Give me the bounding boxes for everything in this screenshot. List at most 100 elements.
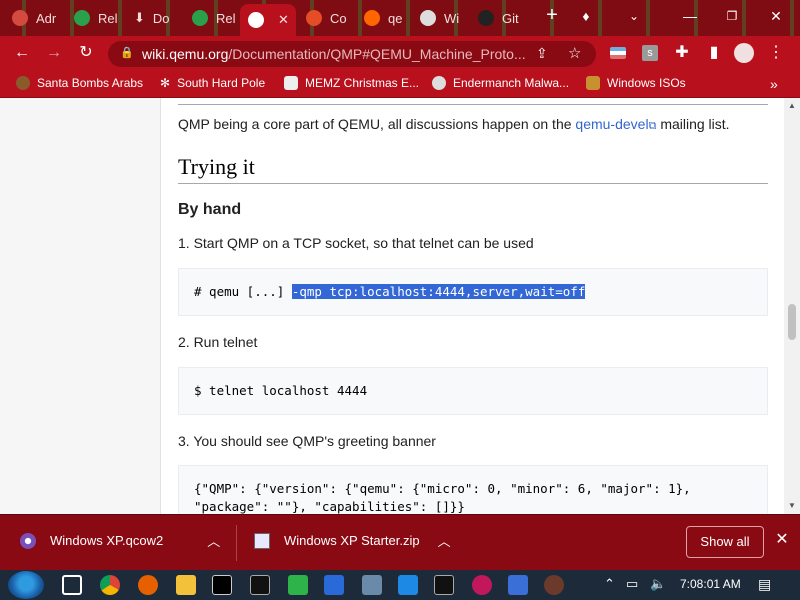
restore-icon[interactable]: ❐: [720, 6, 744, 26]
globe-icon: [248, 12, 264, 28]
windows-taskbar: ⌃ ▭ 🔈 7:08:01 AM ▤: [0, 570, 800, 600]
bookmark-star-icon[interactable]: ☆: [568, 44, 581, 62]
chevron-up-icon[interactable]: ︿: [438, 531, 451, 550]
page-scrollbar[interactable]: ▲ ▼: [784, 98, 800, 514]
favicon-icon: [364, 10, 380, 26]
file-explorer-icon[interactable]: [176, 575, 196, 595]
tab-label: Git: [502, 10, 519, 26]
share-icon[interactable]: ⇪: [536, 45, 548, 62]
favicon-icon: [420, 10, 436, 26]
monitor-icon[interactable]: [362, 575, 382, 595]
side-panel-icon[interactable]: ▮: [704, 43, 724, 63]
tab-8[interactable]: Wi: [420, 6, 472, 30]
tab-label: Do: [152, 10, 170, 26]
tab-1[interactable]: Adr: [12, 6, 62, 30]
chevron-up-icon[interactable]: ︿: [207, 531, 220, 550]
close-window-icon[interactable]: ✕: [764, 6, 788, 26]
subsection-heading: By hand: [178, 201, 242, 218]
memz-icon: [284, 76, 298, 90]
favicon-icon: [12, 10, 28, 26]
bookmark-item[interactable]: ✻ South Hard Pole: [160, 76, 265, 90]
profile-avatar-icon[interactable]: [734, 43, 754, 63]
scrollbar-thumb[interactable]: [788, 304, 796, 340]
notepad-icon[interactable]: [288, 575, 308, 595]
bookmark-item[interactable]: Endermanch Malwa...: [432, 76, 569, 90]
close-downloads-icon[interactable]: ✕: [774, 532, 790, 548]
code-line: {"QMP": {"version": {"qemu": {"micro": 0…: [194, 481, 691, 496]
extensions-puzzle-icon[interactable]: ✚: [672, 43, 692, 63]
divider: [178, 104, 768, 105]
show-all-button[interactable]: Show all: [686, 526, 764, 558]
task-view-icon[interactable]: [62, 575, 82, 595]
terminal-icon[interactable]: [434, 575, 454, 595]
code-block-qmp[interactable]: # qemu [...] -qmp tcp:localhost:4444,ser…: [178, 268, 768, 316]
chrome-icon[interactable]: [100, 575, 120, 595]
heading-divider: [178, 183, 768, 184]
tab-7[interactable]: qe: [364, 6, 410, 30]
firefox-icon[interactable]: [138, 575, 158, 595]
tray-expand-icon[interactable]: ⌃: [604, 576, 615, 592]
christmas-lights-icon: ♦: [582, 8, 590, 24]
step-1-text: 1. Start QMP on a TCP socket, so that te…: [178, 235, 534, 251]
zip-file-icon: [254, 532, 270, 549]
cmd-icon[interactable]: [250, 575, 270, 595]
favicon-icon: [192, 10, 208, 26]
tab-9[interactable]: Git: [478, 6, 534, 30]
qemu-icon[interactable]: [544, 575, 564, 595]
download-icon: ⬇: [134, 10, 145, 25]
reload-icon[interactable]: ↻: [76, 43, 96, 63]
tab-search-icon[interactable]: ⌄: [622, 6, 646, 26]
start-button[interactable]: [8, 571, 44, 599]
tab-4[interactable]: Rel: [192, 6, 238, 30]
code-block-telnet[interactable]: $ telnet localhost 4444: [178, 367, 768, 415]
tab-label: Co: [330, 10, 347, 26]
bookmarks-overflow-icon[interactable]: »: [770, 76, 778, 92]
tab-3[interactable]: ⬇ Do: [134, 6, 182, 30]
minimize-icon[interactable]: —: [678, 6, 702, 26]
notifications-icon[interactable]: ▤: [758, 576, 771, 593]
browser-toolbar: ← → ↻ 🔒 wiki.qemu.org/Documentation/QMP#…: [0, 36, 800, 70]
bookmark-item[interactable]: MEMZ Christmas E...: [284, 76, 419, 90]
tab-2[interactable]: Rel: [74, 6, 122, 30]
external-link-icon: ⧉: [648, 120, 657, 132]
download-item[interactable]: Windows XP Starter.zip ︿: [254, 531, 451, 550]
download-item[interactable]: Windows XP.qcow2 ︿: [20, 531, 220, 550]
section-heading: Trying it: [178, 154, 255, 179]
app-icon[interactable]: [472, 575, 492, 595]
bookmark-item[interactable]: Santa Bombs Arabs: [16, 76, 143, 90]
code-block-greeting[interactable]: {"QMP": {"version": {"qemu": {"micro": 0…: [178, 465, 768, 514]
flag-extension-icon[interactable]: [608, 43, 628, 63]
endermanch-icon: [432, 76, 446, 90]
snowflake-icon: ✻: [160, 76, 171, 90]
regedit-icon[interactable]: [324, 575, 344, 595]
tab-label: qe: [388, 10, 403, 26]
santa-icon: [16, 76, 30, 90]
back-arrow-icon[interactable]: ←: [12, 43, 32, 63]
divider: [236, 525, 237, 561]
volume-icon[interactable]: 🔈: [650, 576, 666, 592]
tab-active[interactable]: ✕: [240, 4, 296, 36]
qemu-devel-link[interactable]: qemu-devel: [575, 116, 648, 132]
tab-label: Adr: [36, 10, 57, 26]
tab-6[interactable]: Co: [306, 6, 354, 30]
close-tab-icon[interactable]: ✕: [278, 12, 289, 28]
new-tab-icon[interactable]: +: [540, 5, 564, 25]
app-window-icon[interactable]: [398, 575, 418, 595]
task-manager-icon[interactable]: [508, 575, 528, 595]
forward-arrow-icon[interactable]: →: [44, 43, 64, 63]
address-bar[interactable]: 🔒 wiki.qemu.org/Documentation/QMP#QEMU_M…: [108, 41, 596, 67]
qcow2-file-icon: [20, 532, 36, 549]
bookmark-item[interactable]: Windows ISOs: [586, 76, 686, 90]
tab-label: Wi: [444, 10, 460, 26]
step-2-text: 2. Run telnet: [178, 334, 258, 350]
s-extension-icon[interactable]: s: [640, 43, 660, 63]
code-line: "package": ""}, "capabilities": []}}: [194, 499, 465, 514]
network-icon[interactable]: ▭: [626, 576, 638, 592]
menu-kebab-icon[interactable]: ⋮: [766, 43, 786, 63]
scroll-down-icon[interactable]: ▼: [788, 502, 796, 510]
page-content: QMP being a core part of QEMU, all discu…: [0, 98, 784, 514]
clock[interactable]: 7:08:01 AM: [680, 577, 741, 591]
scroll-up-icon[interactable]: ▲: [788, 102, 796, 110]
selected-text: -qmp tcp:localhost:4444,server,wait=off: [291, 284, 586, 299]
7zip-icon[interactable]: [212, 575, 232, 595]
